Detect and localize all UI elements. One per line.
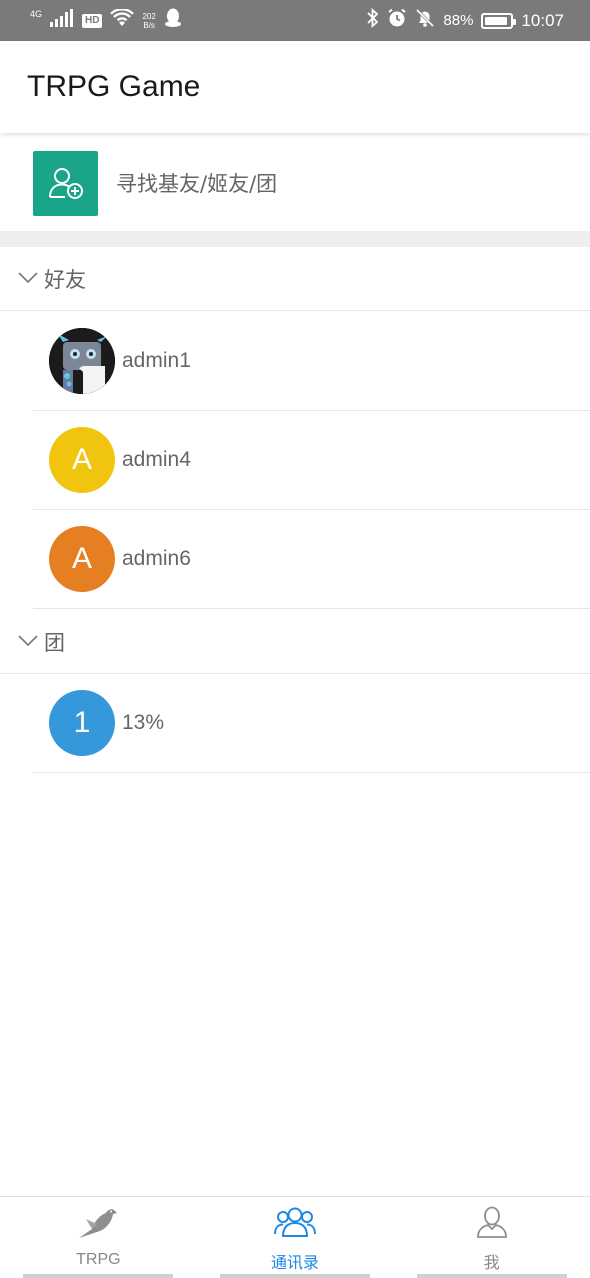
chevron-down-icon [18,269,38,288]
wifi-icon [110,8,135,32]
tab-indicator [23,1274,174,1278]
chevron-down-icon [18,632,38,651]
bluetooth-icon [367,7,379,33]
avatar: A [49,427,115,493]
signal-icon [50,9,74,32]
pigeon-icon [78,1205,118,1245]
section-header-groups[interactable]: 团 [0,610,590,674]
contact-name: admin6 [122,547,191,570]
list-item[interactable]: admin1 [33,312,590,411]
tab-label: 通讯录 [271,1255,320,1272]
speed-unit: B/s [143,20,155,30]
bottom-nav: TRPG 通讯录 我 [0,1196,590,1278]
avatar: 1 [49,690,115,756]
battery-icon [481,12,517,29]
app-header: TRPG Game [0,41,590,133]
contact-name: admin1 [122,349,191,372]
divider-band [0,231,590,247]
tab-label: TRPG [76,1251,121,1268]
status-bar: 4G HD 202 B/s 88% 10:07 [0,0,590,41]
contacts-icon [274,1205,316,1243]
user-icon [475,1205,509,1243]
network-speed: 202 B/s [142,12,155,30]
page-title: TRPG Game [27,70,201,103]
add-friend-icon [33,150,98,216]
list-item[interactable]: A admin6 [33,510,590,609]
avatar-letter: A [71,542,92,575]
find-friends-label: 寻找基友/姬友/团 [116,172,278,196]
tab-me[interactable]: 我 [393,1197,590,1278]
mute-bell-icon [415,8,435,33]
group-name: 13% [122,711,165,734]
avatar-letter: A [71,443,92,476]
tab-label: 我 [483,1255,500,1272]
list-item[interactable]: 1 13% [33,674,590,773]
tab-contacts[interactable]: 通讯录 [197,1197,394,1278]
avatar: A [49,526,115,592]
tab-indicator [416,1274,567,1278]
battery-percent: 88% [443,12,474,29]
clock: 10:07 [521,10,564,30]
avatar-image [49,328,115,394]
tab-trpg[interactable]: TRPG [0,1197,197,1278]
avatar-letter: 1 [73,706,91,739]
network-type: 4G [30,9,43,19]
section-header-friends[interactable]: 好友 [0,247,590,311]
qq-icon [164,8,182,33]
contact-name: admin4 [122,448,191,471]
hd-badge: HD [82,13,103,28]
contacts-screen: 4G HD 202 B/s 88% 10:07 TRPG Game 寻找基友/姬… [0,0,590,1278]
tab-indicator [220,1274,370,1278]
find-friends-row[interactable]: 寻找基友/姬友/团 [0,135,590,231]
section-title: 团 [44,630,65,655]
section-title: 好友 [44,267,86,292]
list-item[interactable]: A admin4 [33,411,590,510]
speed-value: 202 [142,11,156,21]
alarm-icon [387,8,407,33]
battery-level [485,16,507,25]
